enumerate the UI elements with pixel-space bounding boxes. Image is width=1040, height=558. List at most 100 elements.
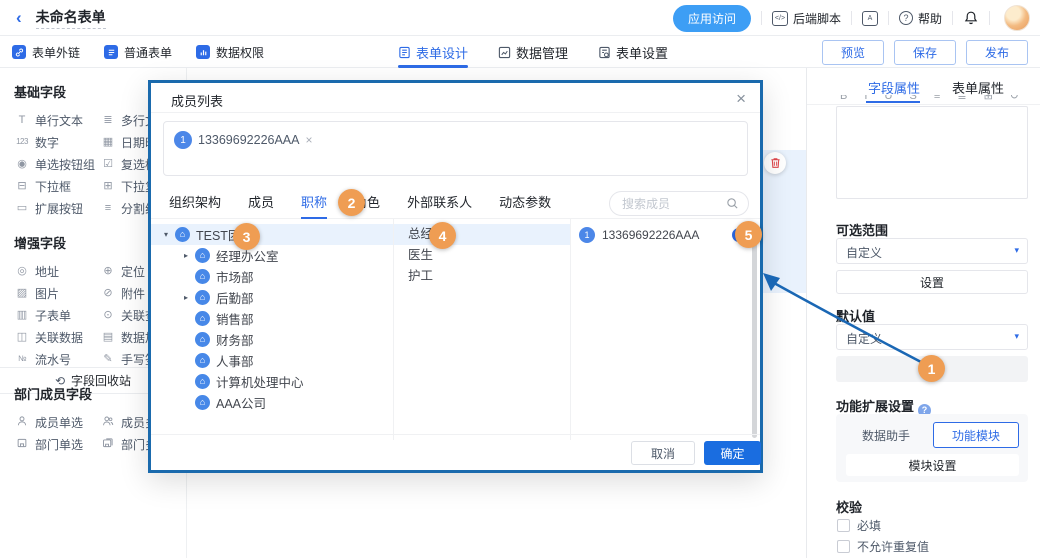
org-tree: ▾ ⌂ TEST团队 ▸ ⌂ 经理办公室 ⌂ 市场部 ▸ ⌂ 后勤部 ⌂ bbox=[151, 224, 393, 413]
field-description-editor[interactable] bbox=[836, 106, 1028, 199]
checkbox-unchecked[interactable] bbox=[837, 540, 850, 553]
tree-node-dept[interactable]: ⌂ 财务部 bbox=[151, 329, 393, 350]
related-data-icon: ◫ bbox=[14, 332, 30, 343]
delete-field-button[interactable] bbox=[764, 152, 786, 174]
field-type-single-line[interactable]: T单行文本 bbox=[14, 109, 100, 131]
required-checkbox-row[interactable]: 必填 bbox=[837, 517, 881, 534]
form-title[interactable]: 未命名表单 bbox=[36, 7, 106, 29]
tree-node-dept[interactable]: ▸ ⌂ 经理办公室 bbox=[151, 245, 393, 266]
field-type-image[interactable]: ▨图片 bbox=[14, 282, 100, 304]
job-title-item[interactable]: 总经理 bbox=[394, 224, 570, 245]
tab-dynamic-params[interactable]: 动态参数 bbox=[499, 189, 551, 219]
tab-form-settings[interactable]: 表单设置 bbox=[598, 43, 668, 62]
department-icon: ⌂ bbox=[195, 311, 210, 326]
modal-footer: 取消 确定 bbox=[151, 434, 760, 470]
field-type-serial-number[interactable]: №流水号 bbox=[14, 348, 100, 370]
form-external-link[interactable]: 表单外链 bbox=[12, 44, 80, 61]
field-type-dept-single[interactable]: 部门单选 bbox=[14, 433, 100, 455]
field-type-member-single[interactable]: 成员单选 bbox=[14, 411, 100, 433]
help-button[interactable]: ? 帮助 bbox=[899, 10, 942, 27]
field-type-radio-group[interactable]: ◉单选按钮组 bbox=[14, 153, 100, 175]
range-settings-button[interactable]: 设置 bbox=[836, 270, 1028, 294]
tab-external-contacts[interactable]: 外部联系人 bbox=[407, 189, 472, 219]
data-permission[interactable]: 数据权限 bbox=[196, 44, 264, 61]
field-type-number[interactable]: 123数字 bbox=[14, 131, 100, 153]
save-button[interactable]: 保存 bbox=[894, 40, 956, 65]
extension-settings-group: 数据助手 功能模块 模块设置 bbox=[836, 414, 1028, 482]
optional-range-select[interactable]: 自定义 ▾ bbox=[836, 238, 1028, 264]
preview-button[interactable]: 预览 bbox=[822, 40, 884, 65]
tab-form-design[interactable]: 表单设计 bbox=[398, 43, 468, 62]
tree-node-dept[interactable]: ⌂ AAA公司 bbox=[151, 392, 393, 413]
translate-button[interactable]: A bbox=[862, 11, 878, 26]
back-icon[interactable]: ‹ bbox=[16, 9, 22, 26]
publish-button[interactable]: 发布 bbox=[966, 40, 1028, 65]
tree-node-dept[interactable]: ⌂ 计算机处理中心 bbox=[151, 371, 393, 392]
tree-node-team[interactable]: ▾ ⌂ TEST团队 bbox=[151, 224, 393, 245]
department-icon: ⌂ bbox=[195, 374, 210, 389]
department-icon: ⌂ bbox=[195, 332, 210, 347]
tree-node-dept[interactable]: ⌂ 人事部 bbox=[151, 350, 393, 371]
chevron-down-icon: ▾ bbox=[1014, 331, 1019, 342]
dept-multi-icon bbox=[100, 437, 116, 452]
form-icon bbox=[104, 45, 118, 59]
field-type-related-data[interactable]: ◫关联数据 bbox=[14, 326, 100, 348]
radio-group-icon: ◉ bbox=[14, 159, 30, 170]
member-name: 13369692226AAA bbox=[198, 133, 299, 147]
top-right-actions: 应用访问 </> 后端脚本 A ? 帮助 bbox=[673, 0, 1030, 36]
tree-node-dept[interactable]: ▸ ⌂ 后勤部 bbox=[151, 287, 393, 308]
active-tab-underline bbox=[398, 65, 468, 68]
user-avatar[interactable] bbox=[1004, 5, 1030, 31]
address-icon: ◎ bbox=[14, 266, 30, 277]
richtext-toolbar-icons[interactable]: B I U S ≡ ≣ ⊞ ↺ ↻ bbox=[840, 95, 1030, 104]
selected-members-box[interactable]: 1 13369692226AAA × bbox=[163, 121, 748, 176]
serial-number-icon: № bbox=[14, 355, 30, 363]
image-icon: ▨ bbox=[14, 288, 30, 299]
caret-right-icon[interactable]: ▸ bbox=[181, 251, 191, 260]
member-row[interactable]: 1 13369692226AAA bbox=[571, 224, 752, 245]
app-access-button[interactable]: 应用访问 bbox=[673, 5, 751, 32]
job-title-item[interactable]: 医生 bbox=[394, 245, 570, 266]
scrollbar[interactable] bbox=[752, 233, 757, 438]
validation-label: 校验 bbox=[836, 497, 862, 516]
data-helper-button[interactable]: 数据助手 bbox=[846, 423, 926, 448]
backend-script-button[interactable]: </> 后端脚本 bbox=[772, 10, 841, 27]
tab-data-management[interactable]: 数据管理 bbox=[498, 43, 568, 62]
member-avatar: 1 bbox=[579, 227, 595, 243]
default-value-select[interactable]: 自定义 ▾ bbox=[836, 324, 1028, 350]
job-title-list: 总经理 医生 护工 bbox=[394, 224, 570, 287]
no-duplicate-checkbox-row[interactable]: 不允许重复值 bbox=[837, 538, 929, 555]
field-type-dropdown[interactable]: ⊟下拉框 bbox=[14, 175, 100, 197]
form-link-tools: 表单外链 普通表单 数据权限 bbox=[12, 36, 264, 68]
department-icon: ⌂ bbox=[195, 353, 210, 368]
close-icon[interactable]: × bbox=[736, 87, 746, 111]
module-settings-button[interactable]: 模块设置 bbox=[846, 454, 1019, 476]
cancel-button[interactable]: 取消 bbox=[631, 441, 695, 465]
field-type-address[interactable]: ◎地址 bbox=[14, 260, 100, 282]
field-type-subform[interactable]: ▥子表单 bbox=[14, 304, 100, 326]
tab-org-structure[interactable]: 组织架构 bbox=[169, 189, 221, 219]
member-name: 13369692226AAA bbox=[602, 228, 732, 242]
data-load-icon: ▤ bbox=[100, 332, 116, 343]
confirm-button[interactable]: 确定 bbox=[704, 441, 761, 465]
notification-button[interactable] bbox=[963, 10, 979, 26]
member-search bbox=[609, 191, 749, 216]
function-module-button[interactable]: 功能模块 bbox=[933, 422, 1019, 448]
tree-node-dept[interactable]: ⌂ 市场部 bbox=[151, 266, 393, 287]
caret-down-icon[interactable]: ▾ bbox=[161, 230, 171, 239]
annotation-circle-4: 4 bbox=[429, 222, 456, 249]
divider bbox=[989, 11, 990, 25]
dropdown-multi-icon: ⊞ bbox=[100, 181, 116, 192]
checkbox-unchecked[interactable] bbox=[837, 519, 850, 532]
tab-members[interactable]: 成员 bbox=[248, 189, 274, 219]
tab-job-title[interactable]: 职称 bbox=[301, 189, 327, 219]
remove-tag-icon[interactable]: × bbox=[305, 133, 312, 147]
search-input[interactable] bbox=[622, 193, 727, 214]
job-title-item[interactable]: 护工 bbox=[394, 266, 570, 287]
field-type-extend-button[interactable]: ▭扩展按钮 bbox=[14, 197, 100, 219]
caret-right-icon[interactable]: ▸ bbox=[181, 293, 191, 302]
tree-node-dept[interactable]: ⌂ 销售部 bbox=[151, 308, 393, 329]
divider-icon: ≡ bbox=[100, 203, 116, 214]
normal-form[interactable]: 普通表单 bbox=[104, 44, 172, 61]
form-actions: 预览 保存 发布 bbox=[822, 36, 1028, 68]
